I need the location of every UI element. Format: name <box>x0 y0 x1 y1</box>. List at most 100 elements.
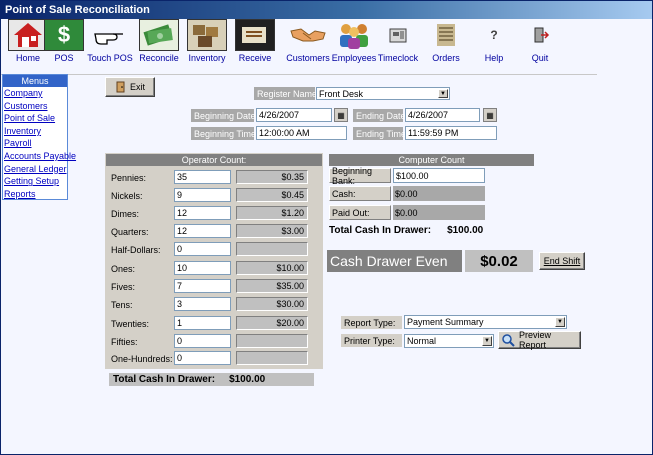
dimes-label: Dimes: <box>111 209 140 219</box>
computer-total-value: $100.00 <box>447 224 484 236</box>
one-hundreds-total <box>236 351 308 365</box>
money-icon <box>139 19 179 51</box>
register-name-value: Front Desk <box>319 88 364 99</box>
preview-report-button[interactable]: Preview Report <box>498 330 581 350</box>
pennies-total: $0.35 <box>236 170 308 184</box>
exit-label: Exit <box>129 82 145 92</box>
pennies-count-field[interactable]: 35 <box>174 170 231 184</box>
beginning-time-label: Beginning Time: <box>191 127 259 140</box>
register-name-label: Register Name: <box>254 87 320 100</box>
clock-icon <box>378 19 418 51</box>
dollar-icon: $ <box>44 19 84 51</box>
quit-icon <box>520 19 560 51</box>
beginning-date-label: Beginning Date: <box>191 109 258 122</box>
toolbar-reconcile-button[interactable]: Reconcile <box>134 19 184 63</box>
exit-button[interactable]: Exit <box>105 77 155 97</box>
toolbar-quit-label: Quit <box>531 53 549 63</box>
quarters-label: Quarters: <box>111 227 149 237</box>
cash-drawer-difference: $0.02 <box>465 250 533 272</box>
exit-door-icon <box>115 81 127 93</box>
toolbar-home-label: Home <box>15 53 40 63</box>
orders-icon <box>426 19 466 51</box>
toolbar-help-button[interactable]: ? Help <box>469 19 519 63</box>
toolbar-help-label: Help <box>484 53 504 63</box>
toolbar-customers-button[interactable]: Customers <box>283 19 333 63</box>
quarters-total: $3.00 <box>236 224 308 238</box>
sidebar-item-company[interactable]: Company <box>3 87 67 100</box>
help-icon: ? <box>490 28 498 42</box>
ending-time-field[interactable]: 11:59:59 PM <box>405 126 497 140</box>
tens-count-field[interactable]: 3 <box>174 297 231 311</box>
window-title: Point of Sale Reconciliation <box>1 1 652 19</box>
toolbar-orders-button[interactable]: Orders <box>421 19 471 63</box>
toolbar-receive-button[interactable]: Receive <box>230 19 280 63</box>
toolbar-orders-label: Orders <box>432 53 460 63</box>
half-dollars-label: Half-Dollars: <box>111 245 161 255</box>
sidebar-header: Menus <box>3 75 67 87</box>
ending-date-field[interactable]: 4/26/2007 <box>405 108 480 122</box>
ones-count-field[interactable]: 10 <box>174 261 231 275</box>
calendar-icon[interactable]: ▦ <box>334 108 348 122</box>
receive-icon <box>235 19 275 51</box>
one-hundreds-count-field[interactable]: 0 <box>174 351 231 365</box>
cash-value: $0.00 <box>393 186 485 201</box>
pennies-label: Pennies: <box>111 173 147 183</box>
beginning-time-field[interactable]: 12:00:00 AM <box>256 126 347 140</box>
twenties-count-field[interactable]: 1 <box>174 316 231 330</box>
toolbar-pos-label: POS <box>54 53 74 63</box>
toolbar-pos-button[interactable]: $ POS <box>39 19 89 63</box>
dimes-count-field[interactable]: 12 <box>174 206 231 220</box>
hand-pointer-icon <box>90 19 130 51</box>
fives-count-field[interactable]: 7 <box>174 279 231 293</box>
sidebar-item-getting-setup[interactable]: Getting Setup <box>3 175 67 188</box>
twenties-total: $20.00 <box>236 316 308 330</box>
toolbar-inventory-button[interactable]: Inventory <box>182 19 232 63</box>
sidebar-item-general-ledger[interactable]: General Ledger <box>3 163 67 176</box>
beginning-bank-field[interactable]: $100.00 <box>393 168 485 183</box>
report-type-select[interactable]: Payment Summary ▼ <box>404 315 567 329</box>
sidebar-item-customers[interactable]: Customers <box>3 100 67 113</box>
sidebar-menu: Menus Company Customers Point of Sale In… <box>2 74 76 201</box>
end-shift-button[interactable]: End Shift <box>539 252 585 270</box>
nickels-label: Nickels: <box>111 191 143 201</box>
sidebar-item-payroll[interactable]: Payroll <box>3 137 67 150</box>
half-dollars-count-field[interactable]: 0 <box>174 242 231 256</box>
paid-out-value: $0.00 <box>393 205 485 220</box>
toolbar-touch-pos-button[interactable]: Touch POS <box>85 19 135 63</box>
printer-type-select[interactable]: Normal ▼ <box>404 334 494 348</box>
fives-total: $35.00 <box>236 279 308 293</box>
computer-total-row: Total Cash In Drawer: $100.00 <box>327 223 497 237</box>
calendar-icon[interactable]: ▦ <box>483 108 497 122</box>
toolbar-receive-label: Receive <box>238 53 272 63</box>
preview-report-label: Preview Report <box>519 330 552 350</box>
nickels-total: $0.45 <box>236 188 308 202</box>
sidebar-item-reports[interactable]: Reports <box>3 188 67 201</box>
tens-total: $30.00 <box>236 297 308 311</box>
nickels-count-field[interactable]: 9 <box>174 188 231 202</box>
register-name-select[interactable]: Front Desk ▼ <box>316 87 450 100</box>
quarters-count-field[interactable]: 12 <box>174 224 231 238</box>
toolbar-employees-button[interactable]: Employees <box>329 19 379 63</box>
report-type-label: Report Type: <box>341 316 402 329</box>
beginning-date-field[interactable]: 4/26/2007 <box>256 108 332 122</box>
report-type-value: Payment Summary <box>407 317 484 327</box>
toolbar-timeclock-label: Timeclock <box>377 53 419 63</box>
toolbar-timeclock-button[interactable]: Timeclock <box>373 19 423 63</box>
chevron-down-icon[interactable]: ▼ <box>438 89 448 98</box>
magnifier-icon <box>501 333 515 347</box>
sidebar-item-accounts-payable[interactable]: Accounts Payable <box>3 150 76 163</box>
ones-label: Ones: <box>111 264 136 274</box>
toolbar-quit-button[interactable]: Quit <box>515 19 565 63</box>
twenties-label: Twenties: <box>111 319 150 329</box>
handshake-icon <box>288 19 328 51</box>
operator-count-header: Operator Count: <box>106 154 322 166</box>
sidebar-item-inventory[interactable]: Inventory <box>3 125 67 138</box>
ones-total: $10.00 <box>236 261 308 275</box>
app-window: Point of Sale Reconciliation Home $ POS … <box>0 0 653 455</box>
chevron-down-icon[interactable]: ▼ <box>482 336 492 346</box>
dimes-total: $1.20 <box>236 206 308 220</box>
toolbar-employees-label: Employees <box>331 53 377 63</box>
sidebar-item-point-of-sale[interactable]: Point of Sale <box>3 112 67 125</box>
fifties-count-field[interactable]: 0 <box>174 334 231 348</box>
chevron-down-icon[interactable]: ▼ <box>555 317 565 327</box>
